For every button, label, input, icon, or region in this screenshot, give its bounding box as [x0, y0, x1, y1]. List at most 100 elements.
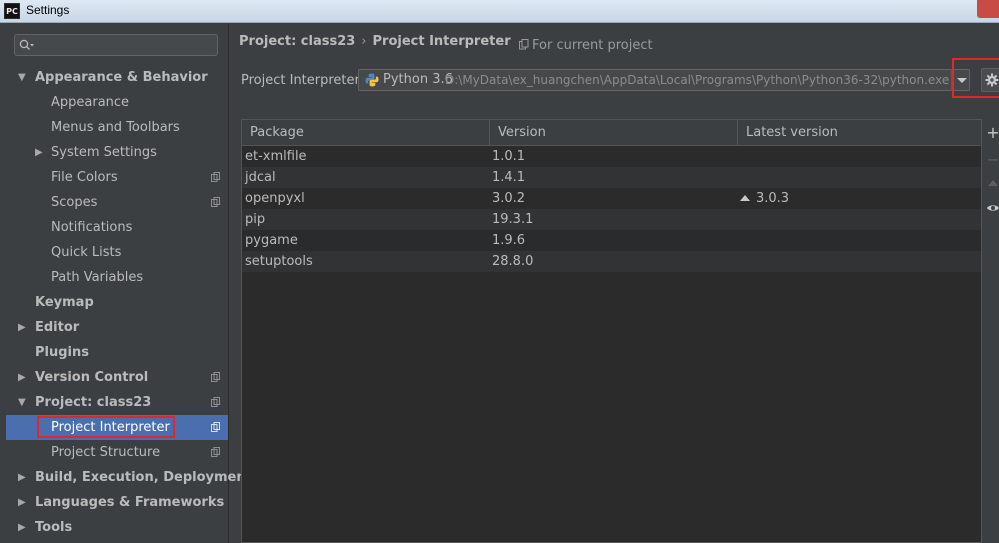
sidebar-item-label: Tools: [35, 520, 73, 535]
package-name: setuptools: [245, 254, 313, 269]
expand-arrow-icon[interactable]: ▼: [18, 390, 26, 415]
column-header-latest-version[interactable]: Latest version: [737, 120, 981, 145]
sidebar-item-label: Keymap: [35, 295, 94, 310]
latest-version-text: 3.0.3: [756, 191, 790, 206]
sidebar-item-editor[interactable]: ▶ Editor: [6, 315, 228, 340]
collapse-arrow-icon[interactable]: ▶: [35, 140, 43, 165]
minus-icon[interactable]: −: [986, 152, 999, 168]
project-scope-icon: [211, 172, 220, 182]
sidebar-item-appearance[interactable]: Appearance: [6, 90, 228, 115]
table-header: Package Version Latest version: [242, 120, 981, 146]
sidebar-item-project-class23[interactable]: ▼ Project: class23: [6, 390, 228, 415]
collapse-arrow-icon[interactable]: ▶: [18, 365, 26, 390]
collapse-arrow-icon[interactable]: ▶: [18, 465, 26, 490]
sidebar-item-label: Editor: [35, 320, 80, 335]
eye-icon[interactable]: [986, 201, 999, 215]
table-row[interactable]: setuptools 28.8.0: [242, 251, 981, 272]
package-version: 1.4.1: [492, 170, 526, 185]
window-close-button[interactable]: [977, 0, 999, 18]
sidebar-item-tools[interactable]: ▶ Tools: [6, 515, 228, 540]
window-title-bar: PC Settings: [0, 0, 999, 23]
table-row[interactable]: pip 19.3.1: [242, 209, 981, 230]
packages-toolbar: + −: [984, 119, 999, 239]
project-scope-icon: [211, 197, 220, 207]
packages-table: Package Version Latest version et-xmlfil…: [241, 119, 982, 543]
sidebar-item-plugins[interactable]: Plugins: [6, 340, 228, 365]
main-panel: Project: class23 › Project Interpreter For…: [229, 24, 999, 543]
package-version: 1.0.1: [492, 149, 526, 164]
sidebar-item-file-colors[interactable]: File Colors: [6, 165, 228, 190]
plus-icon[interactable]: +: [986, 125, 999, 141]
search-icon: [19, 39, 34, 50]
package-name: pygame: [245, 233, 298, 248]
package-latest-version: 3.0.3: [740, 188, 789, 209]
breadcrumb: Project: class23 › Project Interpreter: [239, 34, 511, 49]
interpreter-settings-button[interactable]: [981, 68, 999, 92]
sidebar-item-quick-lists[interactable]: Quick Lists: [6, 240, 228, 265]
package-name: openpyxl: [245, 191, 305, 206]
sidebar-item-label: Build, Execution, Deployment: [35, 470, 252, 485]
sidebar-item-label: File Colors: [51, 170, 118, 185]
sidebar-item-build-execution-deployment[interactable]: ▶ Build, Execution, Deployment: [6, 465, 252, 490]
interpreter-label: Project Interpreter:: [241, 73, 365, 88]
sidebar-item-label: Languages & Frameworks: [35, 495, 225, 510]
settings-search-input[interactable]: [14, 34, 218, 56]
breadcrumb-project[interactable]: Project: class23: [239, 34, 355, 49]
upgrade-arrow-icon[interactable]: [986, 176, 999, 190]
package-version: 19.3.1: [492, 212, 534, 227]
sidebar-item-scopes[interactable]: Scopes: [6, 190, 228, 215]
sidebar-item-menus-and-toolbars[interactable]: Menus and Toolbars: [6, 115, 228, 140]
upgrade-arrow-icon: [740, 195, 750, 201]
column-header-package[interactable]: Package: [242, 120, 489, 145]
highlight-box-selected-item: [37, 416, 175, 438]
package-version: 28.8.0: [492, 254, 534, 269]
sidebar-item-project-structure[interactable]: Project Structure: [6, 440, 228, 465]
sidebar-item-project-interpreter[interactable]: Project Interpreter: [6, 415, 228, 440]
gear-icon: [985, 73, 999, 87]
sidebar-item-label: Path Variables: [51, 270, 144, 285]
sidebar-item-label: Scopes: [51, 195, 98, 210]
sidebar-item-label: Project Structure: [51, 445, 161, 460]
settings-sidebar: ▼ Appearance & Behavior Appearance Menus an…: [6, 24, 252, 543]
breadcrumb-separator: ›: [361, 34, 367, 49]
sidebar-item-label: Project: class23: [35, 395, 152, 410]
package-name: jdcal: [245, 170, 276, 185]
sidebar-item-notifications[interactable]: Notifications: [6, 215, 228, 240]
package-name: pip: [245, 212, 266, 227]
sidebar-item-label: Appearance & Behavior: [35, 70, 208, 85]
column-header-version[interactable]: Version: [489, 120, 737, 145]
table-row[interactable]: openpyxl 3.0.2 3.0.3: [242, 188, 981, 209]
scope-note: For current project: [519, 38, 653, 53]
sidebar-item-keymap[interactable]: Keymap: [6, 290, 228, 315]
table-row[interactable]: pygame 1.9.6: [242, 230, 981, 251]
scope-note-text: For current project: [532, 38, 653, 53]
sidebar-item-appearance-behavior[interactable]: ▼ Appearance & Behavior: [6, 65, 228, 90]
project-scope-icon: [519, 39, 529, 50]
collapse-arrow-icon[interactable]: ▶: [18, 315, 26, 340]
package-version: 3.0.2: [492, 191, 526, 206]
table-row[interactable]: jdcal 1.4.1: [242, 167, 981, 188]
settings-tree: ▼ Appearance & Behavior Appearance Menus an…: [6, 65, 252, 540]
sidebar-item-system-settings[interactable]: ▶ System Settings: [6, 140, 228, 165]
sidebar-item-version-control[interactable]: ▶ Version Control: [6, 365, 228, 390]
project-scope-icon: [211, 447, 220, 457]
sidebar-item-label: Menus and Toolbars: [51, 120, 180, 135]
table-row[interactable]: et-xmlfile 1.0.1: [242, 146, 981, 167]
sidebar-item-languages-frameworks[interactable]: ▶ Languages & Frameworks: [6, 490, 228, 515]
collapse-arrow-icon[interactable]: ▶: [18, 515, 26, 540]
package-name: et-xmlfile: [245, 149, 307, 164]
pycharm-app-icon: PC: [4, 3, 20, 19]
sidebar-item-label: Quick Lists: [51, 245, 122, 260]
project-scope-icon: [211, 397, 220, 407]
interpreter-select[interactable]: Python 3.6 D:\MyData\ex_huangchen\AppDat…: [358, 69, 970, 91]
window-title: Settings: [26, 3, 70, 17]
sidebar-item-path-variables[interactable]: Path Variables: [6, 265, 228, 290]
expand-arrow-icon[interactable]: ▼: [18, 65, 26, 90]
project-scope-icon: [211, 372, 220, 382]
sidebar-item-label: Notifications: [51, 220, 133, 235]
package-version: 1.9.6: [492, 233, 526, 248]
sidebar-item-label: Version Control: [35, 370, 149, 385]
interpreter-path: D:\MyData\ex_huangchen\AppData\Local\Pro…: [445, 73, 950, 87]
collapse-arrow-icon[interactable]: ▶: [18, 490, 26, 515]
project-scope-icon: [211, 422, 220, 432]
